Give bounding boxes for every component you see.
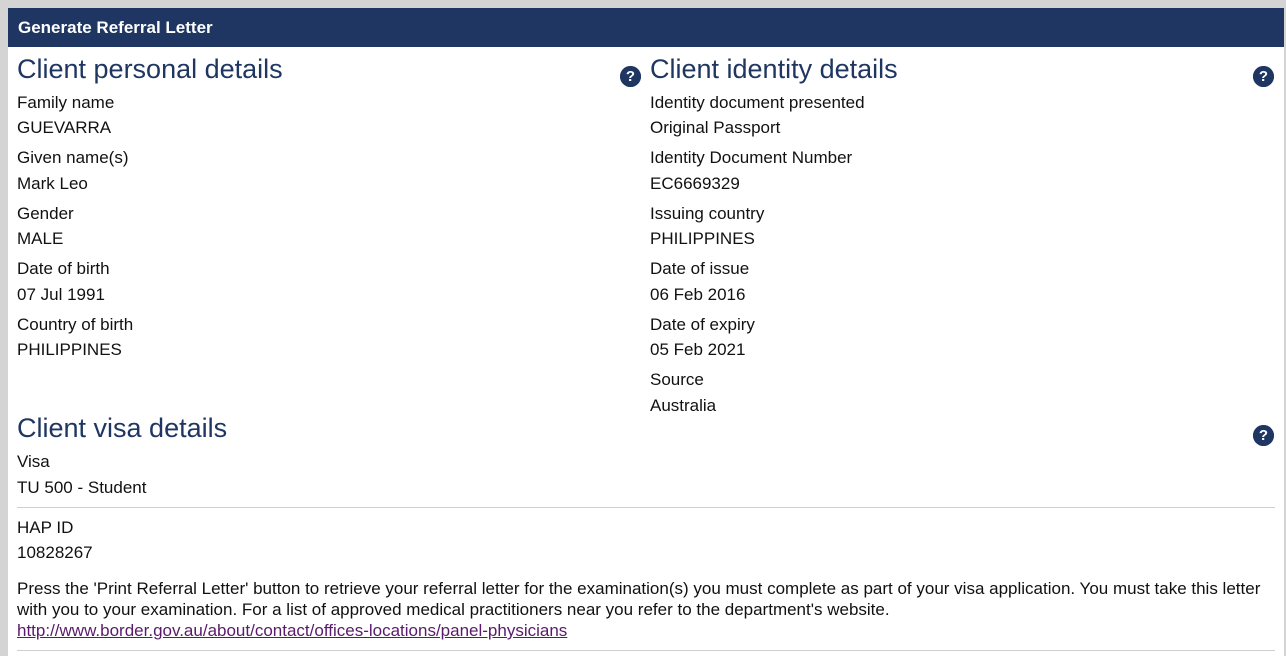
given-name-label: Given name(s) bbox=[17, 148, 129, 167]
date-of-issue-label: Date of issue bbox=[650, 259, 750, 278]
dob-value: 07 Jul 1991 bbox=[17, 285, 105, 304]
divider bbox=[17, 507, 1275, 508]
personal-details-title: Client personal details bbox=[17, 54, 283, 84]
instructions-paragraph: Press the 'Print Referral Letter' button… bbox=[17, 578, 1272, 641]
dob-label: Date of birth bbox=[17, 259, 110, 278]
visa-value: TU 500 - Student bbox=[17, 478, 147, 497]
identity-document-label: Identity document presented bbox=[650, 93, 865, 112]
visa-details-section: Client visa details bbox=[17, 415, 617, 442]
gender-value: MALE bbox=[17, 229, 64, 248]
referral-panel: Generate Referral Letter Client personal… bbox=[8, 8, 1284, 656]
identity-document-value: Original Passport bbox=[650, 118, 781, 137]
identity-details-title: Client identity details bbox=[650, 54, 898, 84]
date-of-issue-value: 06 Feb 2016 bbox=[650, 285, 746, 304]
date-of-expiry-label: Date of expiry bbox=[650, 315, 755, 334]
panel-title: Generate Referral Letter bbox=[8, 8, 1284, 47]
gender-label: Gender bbox=[17, 204, 74, 223]
issuing-country-value: PHILIPPINES bbox=[650, 229, 755, 248]
source-value: Australia bbox=[650, 396, 717, 415]
personal-details-section: Client personal details bbox=[17, 56, 647, 83]
date-of-expiry-value: 05 Feb 2021 bbox=[650, 340, 746, 359]
source-label: Source bbox=[650, 370, 704, 389]
help-icon[interactable]: ? bbox=[1253, 425, 1274, 446]
family-name-label: Family name bbox=[17, 93, 115, 112]
document-number-value: EC6669329 bbox=[650, 174, 740, 193]
document-number-label: Identity Document Number bbox=[650, 148, 853, 167]
family-name-value: GUEVARRA bbox=[17, 118, 112, 137]
panel-physicians-link[interactable]: http://www.border.gov.au/about/contact/o… bbox=[17, 621, 567, 640]
help-icon[interactable]: ? bbox=[620, 66, 641, 87]
country-of-birth-value: PHILIPPINES bbox=[17, 340, 122, 359]
issuing-country-label: Issuing country bbox=[650, 204, 765, 223]
hap-id-label: HAP ID bbox=[17, 518, 74, 537]
hap-id-value: 10828267 bbox=[17, 543, 93, 562]
help-icon[interactable]: ? bbox=[1253, 66, 1274, 87]
given-name-value: Mark Leo bbox=[17, 174, 88, 193]
instructions-text: Press the 'Print Referral Letter' button… bbox=[17, 579, 1261, 619]
country-of-birth-label: Country of birth bbox=[17, 315, 134, 334]
visa-details-title: Client visa details bbox=[17, 413, 228, 443]
identity-details-section: Client identity details bbox=[650, 56, 1250, 83]
divider bbox=[17, 650, 1275, 651]
visa-label: Visa bbox=[17, 452, 50, 471]
